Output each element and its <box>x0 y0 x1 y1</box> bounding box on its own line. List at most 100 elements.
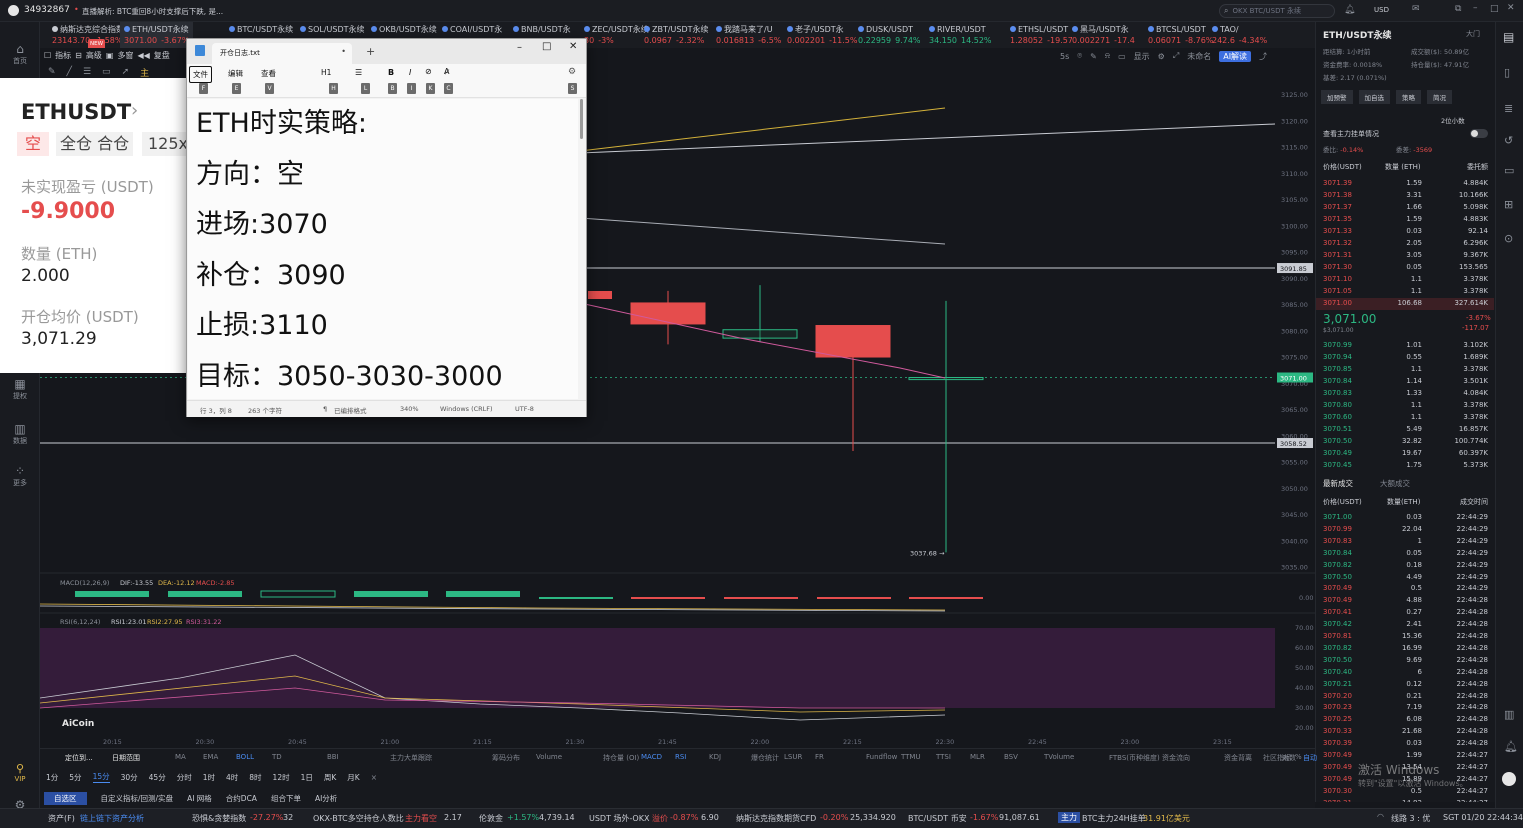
indicator-4[interactable]: BOLL <box>236 753 254 761</box>
orderbook-row[interactable]: 3071.00 106.68 327.614K <box>1316 298 1494 310</box>
large-trades-tab[interactable]: 大额成交 <box>1380 478 1410 489</box>
candle-body[interactable] <box>630 302 706 325</box>
candle-body[interactable] <box>908 377 984 381</box>
interval-2[interactable]: 15分 <box>92 771 110 783</box>
indicator-10[interactable]: 持仓量 (OI) <box>603 753 639 763</box>
subtab-0[interactable]: 自选区 <box>44 791 87 805</box>
orderbook-row[interactable]: 3071.35 1.59 4.883K <box>1316 214 1494 226</box>
close-icon[interactable]: ✕ <box>1507 3 1515 13</box>
maximize-icon[interactable]: □ <box>1490 4 1499 14</box>
orderbook-row[interactable]: 3070.45 1.75 5.373K <box>1316 460 1494 472</box>
robot-icon[interactable]: ⊙ <box>1504 232 1513 245</box>
indicator-29[interactable]: 自动 <box>1303 753 1317 763</box>
bold-icon[interactable]: B <box>388 68 394 77</box>
indicator-13[interactable]: KDJ <box>709 753 721 761</box>
latest-trades-tab[interactable]: 最新成交 <box>1323 478 1353 489</box>
orderbook-row[interactable]: 3071.10 1.1 3.378K <box>1316 274 1494 286</box>
status-zoom[interactable]: 340% <box>400 405 419 413</box>
assets-label[interactable]: 资产(F) <box>48 813 75 824</box>
panel-icon[interactable]: ▤ <box>1503 30 1514 44</box>
tab-8[interactable]: ZBT/USDT永续 0.0967 -2.32% <box>640 22 713 48</box>
alert-button[interactable]: 加预警 <box>1321 90 1353 104</box>
indicator-3[interactable]: EMA <box>203 753 218 761</box>
subtab-3[interactable]: 合约DCA <box>226 793 257 804</box>
settings-icon[interactable]: ⚙ <box>568 67 576 77</box>
scrollbar[interactable] <box>580 99 583 139</box>
indicator-9[interactable]: Volume <box>536 753 562 761</box>
indicator-27[interactable]: 对数 <box>1282 753 1296 763</box>
link-icon[interactable]: ⊘ <box>425 67 432 76</box>
indicator-23[interactable]: FTBS(币种维度) <box>1109 753 1160 763</box>
indicator-5[interactable]: TD <box>272 753 282 761</box>
interval-4[interactable]: 45分 <box>149 772 166 783</box>
tab-dot-icon[interactable]: • <box>341 47 346 56</box>
tab-0[interactable]: 纳斯达克综合指数 23143.70 -1.58% NEW <box>48 22 128 48</box>
subtab-4[interactable]: 组合下单 <box>271 793 301 804</box>
orderbook-row[interactable]: 3071.31 3.05 9.367K <box>1316 250 1494 262</box>
notepad-editor[interactable]: ETH时实策略: 方向：空 进场:3070 补仓：3090 止损:3110 目标：3050… <box>188 99 578 399</box>
tab-12[interactable]: RIVER/USDT 34.150 14.52% <box>925 22 996 48</box>
indicator-11[interactable]: MACD <box>641 753 662 761</box>
orderbook-row[interactable]: 3071.39 1.59 4.884K <box>1316 178 1494 190</box>
subtab-5[interactable]: AI分析 <box>315 793 337 804</box>
list-icon[interactable]: ≣ <box>1504 102 1513 115</box>
menu-file[interactable]: 文件 <box>189 66 212 83</box>
heading-button[interactable]: H1 <box>321 68 331 77</box>
interval-5[interactable]: 分时 <box>177 772 192 783</box>
doc-icon[interactable]: ▯ <box>1504 66 1510 79</box>
monitor-icon[interactable]: ▭ <box>1504 164 1514 177</box>
tab-10[interactable]: 老子/USDT永 0.002201 -11.5% <box>783 22 861 48</box>
position-symbol[interactable]: ETHUSDT <box>21 100 131 124</box>
sidebar-item-authorize[interactable]: ▦ 提权 <box>0 377 40 401</box>
right-symbol[interactable]: ETH/USDT永续 <box>1323 28 1392 41</box>
indicator-14[interactable]: 爆仓统计 <box>751 753 779 763</box>
clear-format-icon[interactable]: A̷ <box>444 67 449 76</box>
close-intervals-icon[interactable]: × <box>371 773 377 782</box>
main-orders-link[interactable]: 查看主力挂单情况 <box>1323 129 1379 139</box>
orderbook-row[interactable]: 3071.05 1.1 3.378K <box>1316 286 1494 298</box>
subtab-2[interactable]: AI 网格 <box>187 793 212 804</box>
big-market-link[interactable]: 大门 <box>1466 29 1480 39</box>
indicator-15[interactable]: LSUR <box>784 753 802 761</box>
notepad-tab[interactable]: 开仓日志.txt • <box>212 43 352 64</box>
history-icon[interactable]: ↺ <box>1504 134 1513 147</box>
mail-icon[interactable]: ✉ <box>1412 4 1420 14</box>
tab-13[interactable]: ETHSL/USDT 1.28052 -19.57 <box>1006 22 1077 48</box>
subtab-1[interactable]: 自定义指标/回测/实盘 <box>101 793 174 804</box>
bell-icon[interactable]: 🔔︎ <box>1504 740 1518 753</box>
orderbook-row[interactable]: 3071.32 2.05 6.296K <box>1316 238 1494 250</box>
new-tab-icon[interactable]: + <box>366 45 375 58</box>
orderbook-row[interactable]: 3070.84 1.14 3.501K <box>1316 376 1494 388</box>
interval-9[interactable]: 12时 <box>273 772 290 783</box>
status-format[interactable]: 已编排格式 <box>334 405 367 415</box>
chevron-right-icon[interactable]: › <box>131 100 138 121</box>
watchlist-button[interactable]: 加自选 <box>1358 90 1390 104</box>
interval-3[interactable]: 30分 <box>121 772 138 783</box>
orderbook-row[interactable]: 3070.80 1.1 3.378K <box>1316 400 1494 412</box>
interval-0[interactable]: 1分 <box>46 772 58 783</box>
orderbook-row[interactable]: 3071.38 3.31 10.166K <box>1316 190 1494 202</box>
indicator-24[interactable]: 资金流向 <box>1162 753 1190 763</box>
indicator-20[interactable]: MLR <box>970 753 985 761</box>
line-status[interactable]: 线路 3 : 优 <box>1391 813 1430 824</box>
tab-15[interactable]: BTCSL/USDT 0.06071 -8.76% <box>1144 22 1217 48</box>
tab-11[interactable]: DUSK/USDT 0.22959 9.74% <box>854 22 925 48</box>
indicator-21[interactable]: BSV <box>1004 753 1018 761</box>
main-orders-toggle[interactable] <box>1470 129 1488 138</box>
status-eol[interactable]: Windows (CRLF) <box>440 405 493 413</box>
interval-11[interactable]: 周K <box>324 772 336 783</box>
menu-edit[interactable]: 编辑 <box>228 68 243 79</box>
chat-icon[interactable] <box>1502 772 1516 786</box>
orderbook-row[interactable]: 3070.83 1.33 4.084K <box>1316 388 1494 400</box>
tab-1[interactable]: ETH/USDT永续 3071.00 -3.67% <box>120 22 194 48</box>
overview-button[interactable]: 简况 <box>1427 90 1452 104</box>
indicator-7[interactable]: 主力大单跟踪 <box>390 753 432 763</box>
indicator-28[interactable]: % <box>1295 753 1302 761</box>
status-encoding[interactable]: UTF-8 <box>515 405 534 413</box>
interval-12[interactable]: 月K <box>347 772 359 783</box>
indicator-0[interactable]: 定位到... <box>65 753 93 763</box>
sidebar-item-data[interactable]: ▥ 数据 <box>0 422 40 446</box>
orderbook-row[interactable]: 3070.50 32.82 100.774K <box>1316 436 1494 448</box>
indicator-18[interactable]: TTMU <box>901 753 921 761</box>
notepad-titlebar[interactable]: 开仓日志.txt • + – □ ✕ <box>187 39 586 64</box>
